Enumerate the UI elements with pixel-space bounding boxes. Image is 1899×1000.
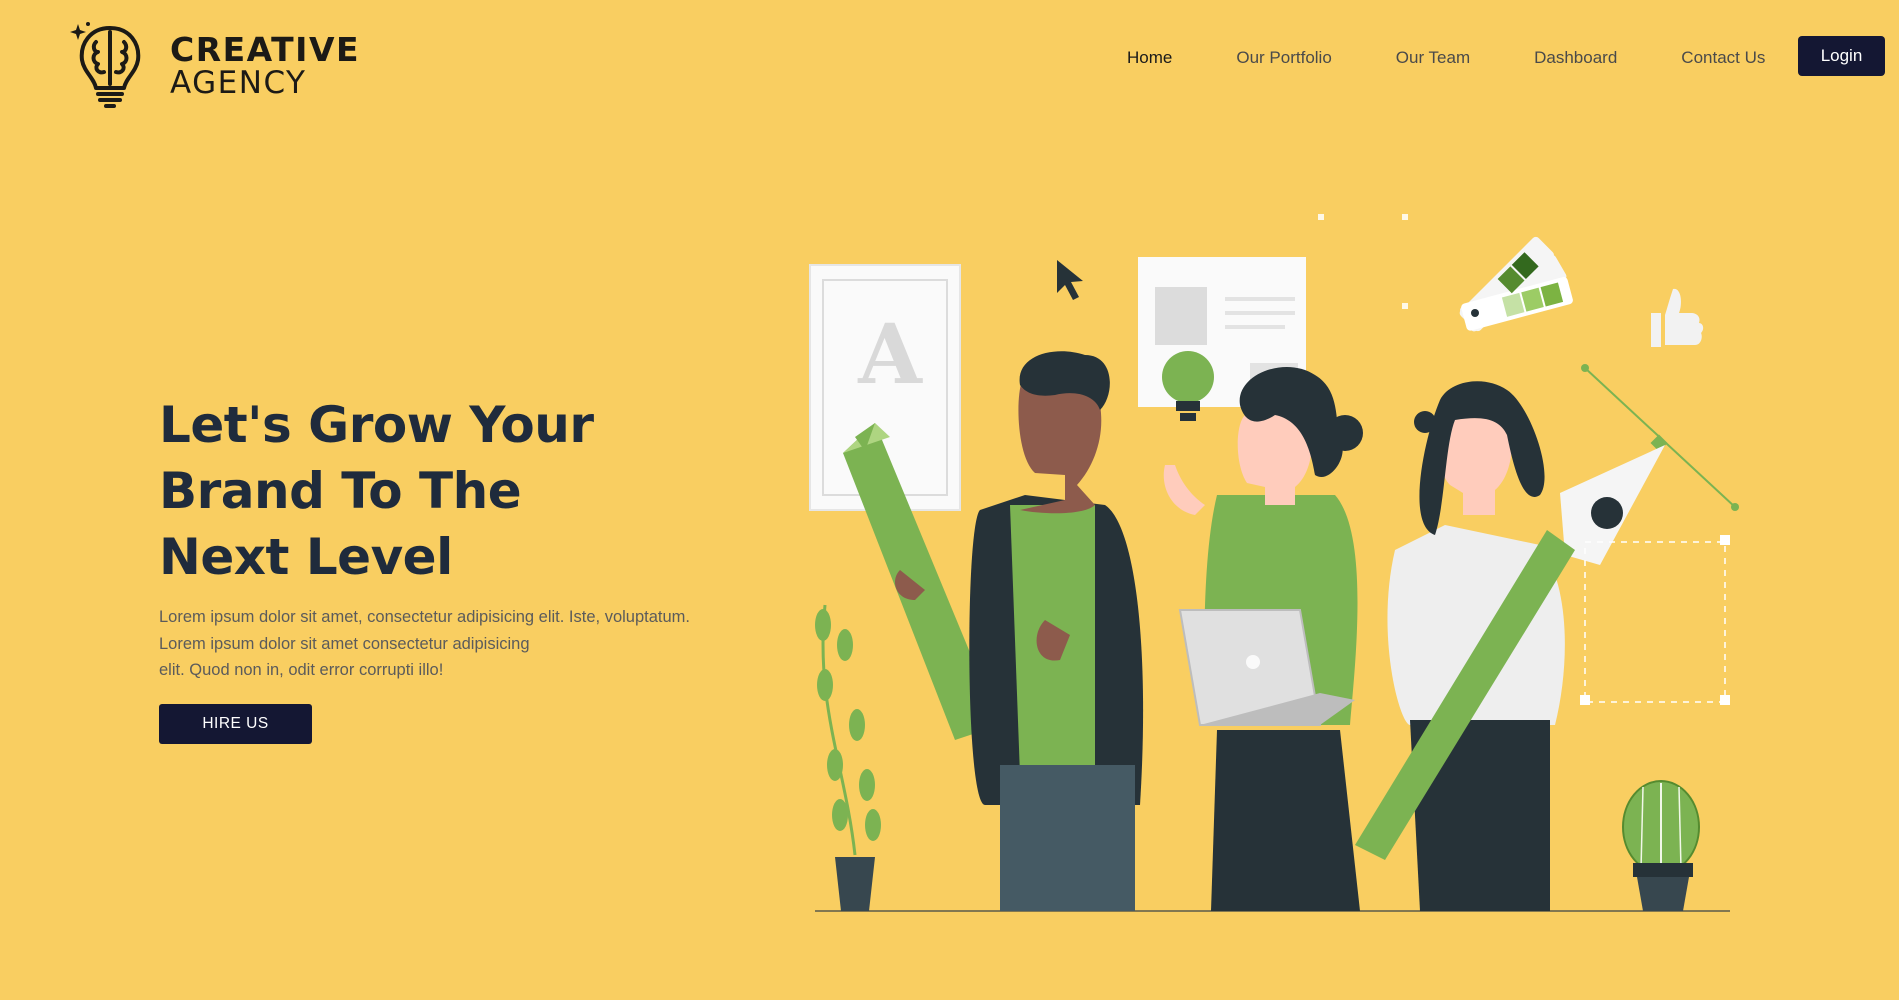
hero-title-line: Brand To The [159,462,522,520]
decor-dots [1318,214,1408,309]
hero-description-line: Lorem ipsum dolor sit amet, consectetur … [159,608,690,626]
login-button[interactable]: Login [1798,36,1885,76]
lightbulb-icon [1162,351,1214,421]
hero-title-line: Next Level [159,528,453,586]
team-illustration: A [809,214,1739,912]
hero-description-line: Lorem ipsum dolor sit amet consectetur a… [159,634,530,653]
nav-home[interactable]: Home [1127,48,1172,68]
hero-section: Let's Grow Your Brand To The Next Level … [159,392,719,744]
color-swatch-fan-icon [1459,236,1573,332]
hero-description: Lorem ipsum dolor sit amet, consectetur … [159,604,719,684]
brain-bulb-logo-icon [70,22,141,108]
nav-dashboard[interactable]: Dashboard [1534,48,1617,68]
svg-text:A: A [857,307,923,403]
brand-name-line2: AGENCY [170,65,307,101]
brand-logo[interactable]: CREATIVE AGENCY [66,20,360,112]
main-nav: Home Our Portfolio Our Team Dashboard Co… [1127,48,1829,68]
hero-title-line: Let's Grow Your [159,396,594,454]
hire-us-button[interactable]: HIRE US [159,703,312,744]
nav-our-portfolio[interactable]: Our Portfolio [1236,48,1331,68]
brand-name-line1: CREATIVE [170,30,361,69]
plant-icon [815,604,881,911]
thumbs-up-icon [1651,288,1704,347]
hero-title: Let's Grow Your Brand To The Next Level [159,392,719,590]
nav-contact-us[interactable]: Contact Us [1681,48,1765,68]
woman-right-figure [1387,381,1565,911]
cactus-icon [1622,780,1700,911]
cursor-arrow-icon [1057,260,1083,300]
pen-tool-icon [1560,364,1739,705]
hero-description-line: elit. Quod non in, odit error corrupti i… [159,661,444,679]
nav-our-team[interactable]: Our Team [1396,48,1470,68]
